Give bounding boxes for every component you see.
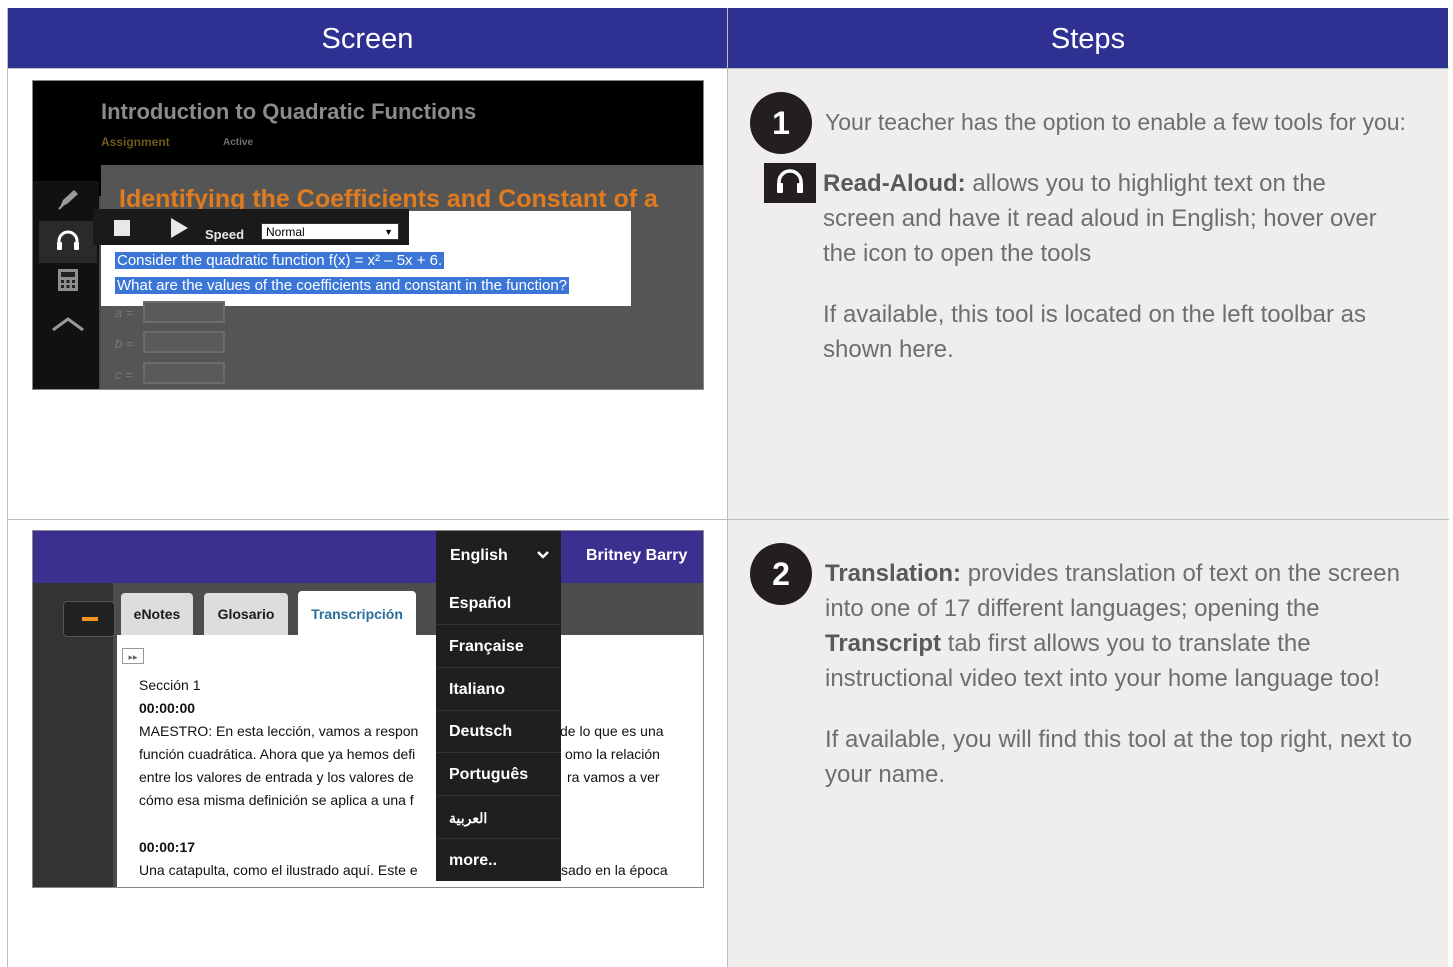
instruction-table: Screen Steps Introduction to Quadratic F…	[7, 8, 1449, 967]
read-aloud-tool[interactable]	[39, 221, 97, 263]
transcript-line: función cuadrática. Ahora que ya hemos d…	[139, 746, 416, 762]
pencil-tool[interactable]	[39, 181, 97, 223]
fast-forward-button[interactable]: ▸▸	[122, 648, 144, 664]
highlighted-line-2: What are the values of the coefficients …	[115, 277, 570, 294]
read-aloud-screenshot: Introduction to Quadratic Functions Assi…	[32, 80, 704, 390]
assignment-tag: Assignment	[101, 135, 170, 149]
stop-button[interactable]	[113, 219, 131, 242]
transcript-line: MAESTRO: En esta lección, vamos a respon	[139, 723, 419, 739]
row-divider	[8, 519, 1449, 520]
language-selector[interactable]: English	[436, 531, 561, 583]
stop-icon	[114, 220, 130, 236]
language-option-deutsch[interactable]: Deutsch	[436, 711, 561, 753]
speed-label: Speed	[205, 227, 245, 242]
transcript-line-right: omo la relación	[565, 746, 660, 762]
user-name[interactable]: Britney Barry	[586, 531, 687, 583]
collapse-tool[interactable]	[39, 305, 97, 347]
language-option-italiano[interactable]: Italiano	[436, 669, 561, 711]
transcript-line: cómo esa misma definición se aplica a un…	[139, 792, 414, 808]
left-toolbar	[33, 181, 99, 389]
translation-location: If available, you will find this tool at…	[825, 726, 1412, 788]
translation-tool-name: Translation:	[825, 560, 962, 587]
transcript-word: Transcript	[825, 630, 942, 657]
transcript-line-right: ra vamos a ver	[567, 769, 660, 785]
var-c-input[interactable]	[143, 362, 225, 384]
course-title: Introduction to Quadratic Functions	[101, 99, 477, 124]
calculator-icon	[57, 268, 79, 297]
header-divider	[8, 68, 1449, 69]
screen-column-header: Screen	[8, 8, 727, 68]
step-1-badge: 1	[750, 92, 812, 154]
active-tag: Active	[223, 137, 254, 148]
read-aloud-tool-name: Read-Aloud:	[823, 170, 966, 197]
pencil-icon	[55, 187, 81, 218]
transcript-line-right: de lo que es una	[560, 723, 664, 739]
language-option-espanol[interactable]: Español	[436, 583, 561, 625]
calculator-tool[interactable]	[39, 261, 97, 303]
language-option-arabic[interactable]: العربية	[436, 797, 561, 839]
step-2-badge: 2	[750, 543, 812, 605]
dropdown-arrow-icon: ▼	[384, 227, 393, 237]
collapse-minus-button[interactable]	[63, 601, 115, 637]
transcript-line: Una catapulta, como el ilustrado aquí. E…	[139, 862, 418, 878]
speed-select[interactable]: Normal ▼	[261, 223, 399, 240]
step-1-intro: Your teacher has the option to enable a …	[825, 109, 1406, 135]
read-aloud-icon-box	[764, 163, 816, 203]
section-title: Sección 1	[139, 677, 201, 693]
tab-glosario[interactable]: Glosario	[204, 593, 288, 635]
headphones-icon	[54, 228, 82, 257]
language-option-more[interactable]: more..	[436, 840, 561, 882]
var-a-input[interactable]	[143, 301, 225, 323]
timestamp-2: 00:00:17	[139, 839, 196, 855]
chevron-down-icon	[537, 531, 549, 581]
var-b-label: b =	[115, 336, 134, 351]
headphones-icon	[773, 166, 807, 201]
tab-enotes[interactable]: eNotes	[121, 593, 193, 635]
read-aloud-description: Read-Aloud: allows you to highlight text…	[823, 166, 1403, 271]
transcript-line-right: sado en la época	[561, 862, 668, 878]
column-divider	[727, 8, 728, 967]
fast-forward-icon: ▸▸	[128, 652, 138, 662]
caret-up-icon	[51, 316, 85, 337]
speed-value: Normal	[266, 225, 305, 239]
translation-screenshot: English Britney Barry eNotes Glosario Tr…	[32, 530, 704, 888]
play-button[interactable]	[169, 217, 189, 244]
var-c-label: c =	[115, 367, 133, 382]
var-b-input[interactable]	[143, 331, 225, 353]
language-selected: English	[450, 547, 508, 564]
language-option-francaise[interactable]: Française	[436, 626, 561, 668]
read-aloud-location: If available, this tool is located on th…	[823, 301, 1366, 363]
language-dropdown-menu: Español Française Italiano Deutsch Portu…	[436, 583, 561, 881]
steps-column-header: Steps	[728, 8, 1448, 68]
translation-description: Translation: provides translation of tex…	[825, 556, 1435, 696]
highlighted-line-1: Consider the quadratic function f(x) = x…	[115, 252, 445, 269]
var-a-label: a =	[115, 305, 134, 320]
play-icon	[171, 218, 188, 238]
language-option-portugues[interactable]: Português	[436, 754, 561, 796]
transcript-line: entre los valores de entrada y los valor…	[139, 769, 414, 785]
timestamp-1: 00:00:00	[139, 700, 196, 716]
tab-transcripcion[interactable]: Transcripción	[298, 591, 416, 637]
